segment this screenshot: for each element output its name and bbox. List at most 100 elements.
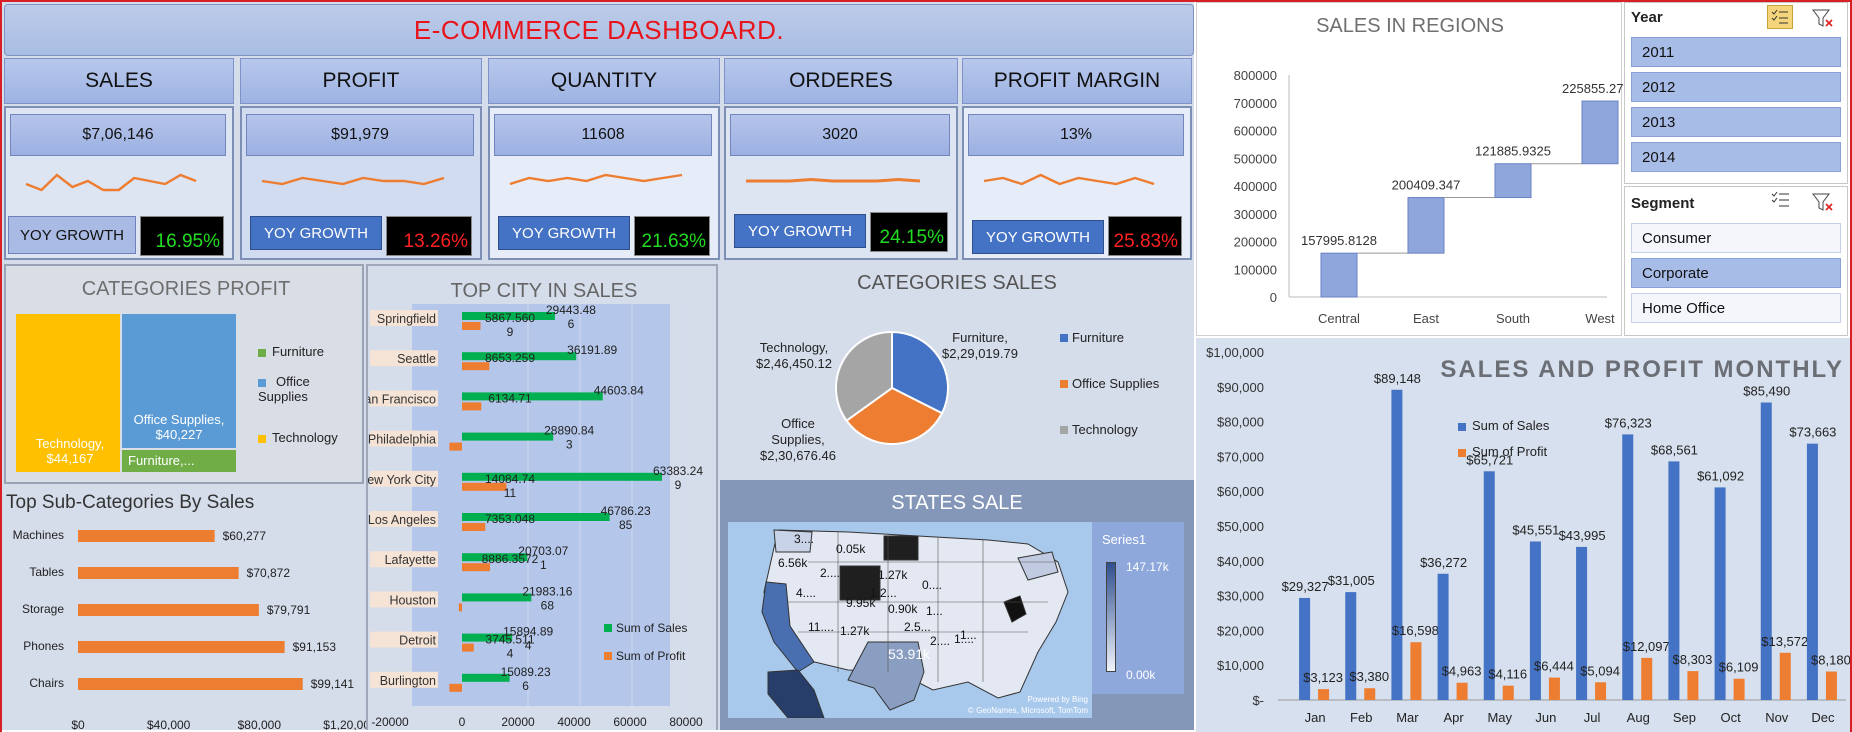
subcat-value: $60,277 xyxy=(223,529,267,543)
monthly-profit-label: $4,116 xyxy=(1488,667,1527,682)
city-profit-label: 11 xyxy=(504,486,517,500)
city-label: Houston xyxy=(389,593,436,607)
pie-legend-swatch xyxy=(1060,334,1068,342)
city-sales-bar xyxy=(462,392,603,401)
segment-clear-filter-icon[interactable] xyxy=(1811,191,1835,213)
monthly-tick: $20,000 xyxy=(1217,623,1264,638)
kpi-value-4: 13% xyxy=(968,114,1184,156)
city-sales-label: 44603.84 xyxy=(594,383,644,397)
region-value-label: 225855.2745 xyxy=(1562,81,1623,96)
sub-categories-title: Top Sub-Categories By Sales xyxy=(6,492,255,513)
monthly-month-label: Feb xyxy=(1350,710,1372,725)
kpi-header-3: ORDERES xyxy=(724,58,958,104)
city-profit-label: 6134.71 xyxy=(488,391,532,405)
subcat-value: $99,141 xyxy=(311,677,355,691)
year-item-2014[interactable]: 2014 xyxy=(1631,142,1841,172)
map-state-label: 1... xyxy=(960,628,977,642)
city-profit-bar xyxy=(449,683,462,692)
segment-multi-select-icon[interactable] xyxy=(1771,191,1795,213)
city-legend-profit: Sum of Profit xyxy=(616,649,686,663)
year-item-2012[interactable]: 2012 xyxy=(1631,72,1841,102)
city-profit-label: 4 xyxy=(507,647,514,661)
segment-item-home-office[interactable]: Home Office xyxy=(1631,293,1841,323)
treemap-furniture[interactable]: Furniture,... xyxy=(122,450,236,472)
year-item-2013[interactable]: 2013 xyxy=(1631,107,1841,137)
multi-select-icon[interactable] xyxy=(1767,5,1793,29)
clear-filter-icon[interactable] xyxy=(1811,7,1835,29)
legend-office-supplies: Office Supplies xyxy=(258,374,310,404)
city-label: Detroit xyxy=(399,634,436,648)
pie-legend-label: Office Supplies xyxy=(1072,376,1160,391)
monthly-month-label: Oct xyxy=(1720,710,1741,725)
monthly-profit-bar xyxy=(1733,678,1745,700)
map-legend: Series1 147.17k 0.00k xyxy=(1092,522,1184,694)
pie-legend-swatch xyxy=(1060,426,1068,434)
monthly-profit-bar xyxy=(1456,682,1468,700)
legend-furniture: Furniture xyxy=(258,344,324,359)
map-state-label: 53.91k xyxy=(888,646,931,662)
subcat-tick: $0 xyxy=(71,718,85,730)
city-tick: 0 xyxy=(459,715,466,729)
subcat-value: $91,153 xyxy=(293,640,337,654)
monthly-profit-label: $12,097 xyxy=(1623,639,1670,654)
region-tick: 300000 xyxy=(1234,207,1277,222)
kpi-header-4: PROFIT MARGIN xyxy=(962,58,1192,104)
region-bar xyxy=(1320,252,1358,298)
region-category-label: Central xyxy=(1318,311,1360,326)
monthly-panel: SALES AND PROFIT MONTHLY Sum of Sales Su… xyxy=(1196,338,1850,732)
pie-legend-label: Furniture xyxy=(1072,330,1124,345)
region-bar xyxy=(1494,163,1532,199)
subcat-bar xyxy=(78,678,303,690)
monthly-sales-label: $73,663 xyxy=(1789,425,1836,440)
map-state-label: 2.5... xyxy=(904,620,931,634)
map-state-label: 2.... xyxy=(820,566,841,580)
city-legend-sales: Sum of Sales xyxy=(616,621,687,635)
map-state-label: 9.95k xyxy=(846,596,876,610)
monthly-month-label: Nov xyxy=(1765,710,1789,725)
monthly-chart: $1,00,000 $90,000 $80,000 $70,000 $60,000 $50… xyxy=(1206,345,1850,725)
monthly-sales-bar xyxy=(1391,389,1403,700)
monthly-profit-bar xyxy=(1825,671,1837,700)
subcat-value: $70,872 xyxy=(247,566,291,580)
subcat-label: Storage xyxy=(22,602,64,616)
region-bar xyxy=(1407,197,1445,254)
yoy-growth-button-1[interactable]: YOY GROWTH xyxy=(250,216,382,250)
yoy-growth-value-3: 24.15% xyxy=(870,212,948,252)
treemap-office-supplies[interactable]: Office Supplies, $40,227 xyxy=(122,314,236,448)
monthly-month-label: Sep xyxy=(1673,710,1696,725)
subcat-tick: $80,000 xyxy=(238,718,282,730)
map-state-label: 0.05k xyxy=(836,542,866,556)
city-label: San Francisco xyxy=(368,392,436,406)
states-sale-title: STATES SALE xyxy=(891,492,1023,514)
city-sales-bar xyxy=(462,432,554,441)
yoy-growth-button-4[interactable]: YOY GROWTH xyxy=(972,220,1104,254)
map-state-label: 2.... xyxy=(930,634,951,648)
treemap-technology[interactable]: Technology, $44,167 xyxy=(16,314,120,472)
map-credit-geonames: © GeoNames, Microsoft, TomTom xyxy=(968,706,1088,715)
city-tick: 20000 xyxy=(501,715,535,729)
yoy-growth-button-3[interactable]: YOY GROWTH xyxy=(734,214,866,248)
yoy-growth-button-0[interactable]: YOY GROWTH xyxy=(8,216,136,254)
map-legend-gradient xyxy=(1106,562,1116,672)
segment-item-corporate[interactable]: Corporate xyxy=(1631,258,1841,288)
us-map[interactable]: 3.... 0.05k 6.56k 1.27k 2.... 4.... 1.2... 0...… xyxy=(728,522,1092,718)
yoy-growth-button-2[interactable]: YOY GROWTH xyxy=(498,216,630,250)
region-tick: 800000 xyxy=(1234,68,1277,83)
monthly-profit-bar xyxy=(1687,671,1699,700)
monthly-profit-label: $4,963 xyxy=(1442,664,1482,679)
north-dakota-shape xyxy=(883,535,919,561)
categories-profit-panel: CATEGORIES PROFIT Technology, $44,167 Of… xyxy=(4,264,364,484)
region-value-label: 121885.9325 xyxy=(1475,144,1551,159)
monthly-profit-bar xyxy=(1779,652,1791,700)
segment-item-consumer[interactable]: Consumer xyxy=(1631,223,1841,253)
city-sales-label: 28890.84 xyxy=(544,424,594,438)
segment-slicer-title: Segment xyxy=(1631,195,1695,212)
alaska-shape xyxy=(767,669,825,718)
city-tick: 60000 xyxy=(613,715,647,729)
monthly-sales-label: $76,323 xyxy=(1605,415,1652,430)
monthly-sales-label: $36,272 xyxy=(1420,555,1467,570)
year-item-2011[interactable]: 2011 xyxy=(1631,37,1841,67)
city-sales-label: 15089.23 xyxy=(501,665,551,679)
city-tick: 80000 xyxy=(669,715,703,729)
sales-regions-panel: SALES IN REGIONS 800000 700000 600000 50000… xyxy=(1196,2,1623,336)
